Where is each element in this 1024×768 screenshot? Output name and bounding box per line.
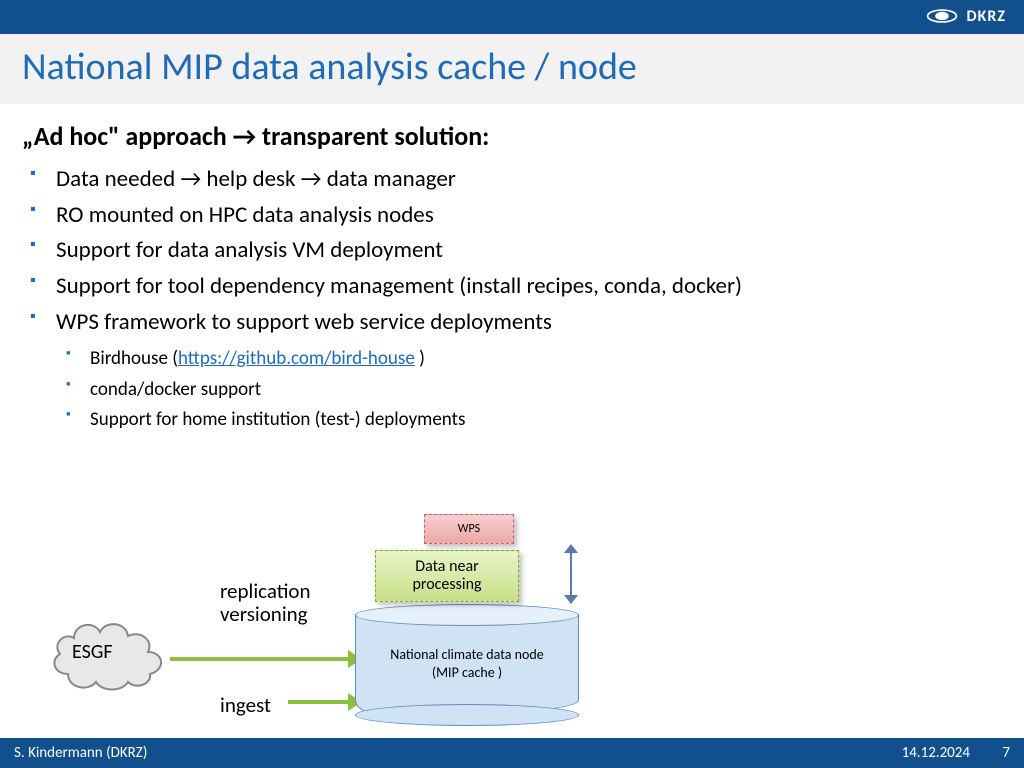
bullet-item: Support for data analysis VM deployment: [30, 233, 1002, 269]
footer: S. Kindermann (DKRZ) 14.12.2024 7: [0, 738, 1024, 768]
footer-author: S. Kindermann (DKRZ): [14, 744, 147, 762]
double-arrow-icon: [560, 544, 582, 604]
slide-title: National MIP data analysis cache / node: [22, 44, 1002, 90]
node-label: National climate data node (MIP cache ): [355, 646, 579, 681]
cylinder-icon: National climate data node (MIP cache ): [355, 604, 579, 724]
sub-bullet-item: conda/docker support: [66, 375, 1002, 405]
title-bar: National MIP data analysis cache / node: [0, 34, 1024, 104]
heading: „Ad hoc" approach → transparent solution…: [22, 120, 1002, 152]
arrow-icon: [170, 657, 350, 661]
sub-bullet-list: Birdhouse (https://github.com/bird-house…: [66, 344, 1002, 435]
sub-bullet-item: Birdhouse (https://github.com/bird-house…: [66, 344, 1002, 374]
bullet-item: WPS framework to support web service dep…: [30, 305, 1002, 341]
replication-label: replication versioning: [220, 580, 311, 626]
footer-page: 7: [1002, 744, 1010, 762]
cloud-label: ESGF: [72, 640, 113, 664]
sub-bullet-item: Support for home institution (test-) dep…: [66, 405, 1002, 435]
bullet-item: Support for tool dependency management (…: [30, 269, 1002, 305]
heading-part1: „Ad hoc" approach: [22, 120, 233, 152]
bullet-item: RO mounted on HPC data analysis nodes: [30, 198, 1002, 234]
content-area: „Ad hoc" approach → transparent solution…: [0, 104, 1024, 435]
processing-box: Data near processing: [375, 550, 519, 602]
arrow-icon: →: [233, 120, 257, 152]
arrow-icon: [288, 700, 350, 704]
swoosh-icon: [925, 4, 959, 28]
wps-box: WPS: [424, 514, 514, 544]
heading-part2: transparent solution:: [256, 120, 489, 152]
diagram: ESGF replication versioning ingest Natio…: [30, 500, 630, 730]
ingest-label: ingest: [220, 692, 271, 718]
bullet-item: Data needed → help desk → data manager: [30, 162, 1002, 198]
footer-date: 14.12.2024: [902, 744, 970, 762]
bullet-list: Data needed → help desk → data manager R…: [30, 162, 1002, 340]
org-logo: DKRZ: [925, 4, 1007, 28]
sub-after: ): [415, 347, 425, 370]
org-name: DKRZ: [967, 7, 1007, 26]
birdhouse-link[interactable]: https://github.com/bird-house: [178, 347, 415, 370]
top-bar: DKRZ: [0, 0, 1024, 34]
sub-label: Birdhouse (: [90, 347, 178, 370]
